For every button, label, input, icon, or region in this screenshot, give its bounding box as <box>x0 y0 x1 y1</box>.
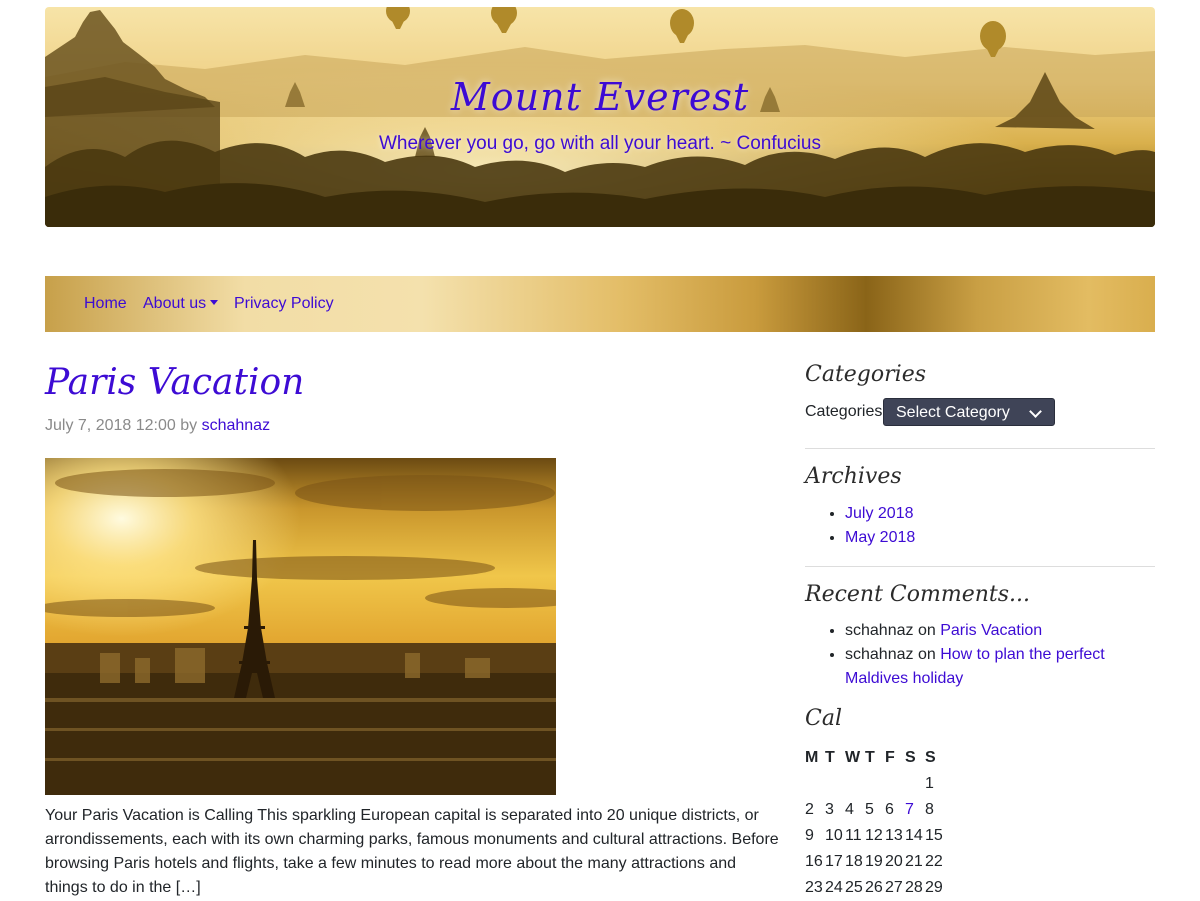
calendar-day: 2 <box>805 801 814 818</box>
categories-widget-title: Categories <box>805 362 926 387</box>
category-select[interactable]: Select Category <box>883 398 1055 426</box>
calendar-day <box>885 771 905 797</box>
calendar-week-row: 23 24 25 26 27 28 29 <box>805 875 945 901</box>
calendar-day: 15 <box>925 827 943 844</box>
calendar-day: 17 <box>825 853 843 870</box>
calendar-day: 18 <box>845 853 863 870</box>
calendar-day <box>805 771 825 797</box>
post-meta: July 7, 2018 12:00 by schahnaz <box>45 417 270 435</box>
site-title[interactable]: Mount Everest <box>45 75 1155 119</box>
post-title-link[interactable]: Paris Vacation <box>45 362 304 403</box>
archive-link-july-2018[interactable]: July 2018 <box>845 505 914 522</box>
recent-comments-list: schahnaz on Paris Vacation schahnaz on H… <box>805 619 1155 691</box>
widget-divider <box>805 566 1155 567</box>
widget-divider <box>805 448 1155 449</box>
calendar-day: 8 <box>925 801 934 818</box>
calendar-day: 19 <box>865 853 883 870</box>
comment-on-label: on <box>917 622 936 639</box>
site-tagline: Wherever you go, go with all your heart.… <box>379 133 821 154</box>
calendar-day: 13 <box>885 827 903 844</box>
recent-comments-widget-title: Recent Comments... <box>805 582 1031 607</box>
nav-about-us-label: About us <box>143 295 207 312</box>
calendar-day: 5 <box>865 801 874 818</box>
calendar-day[interactable]: 7 <box>905 797 925 823</box>
calendar-widget-title: Cal <box>805 706 842 731</box>
calendar-day <box>905 771 925 797</box>
calendar-weekday: S <box>925 749 936 766</box>
post-excerpt: Your Paris Vacation is Calling This spar… <box>45 807 779 896</box>
chevron-down-icon <box>1029 405 1042 418</box>
calendar-day: 20 <box>885 853 903 870</box>
calendar-weekday: S <box>905 749 916 766</box>
comment-author: schahnaz <box>845 622 914 639</box>
nav-home[interactable]: Home <box>84 295 127 313</box>
calendar-week-row: 2345678 <box>805 797 945 823</box>
post-by-label: by <box>180 417 198 434</box>
calendar-day: 4 <box>845 801 854 818</box>
comment-on-label: on <box>917 646 936 663</box>
list-item: May 2018 <box>845 526 1155 550</box>
calendar-day: 6 <box>885 801 894 818</box>
calendar-body: 1 2 3 4 5 6 7 8 9 10 11 12 13 14 15 16 17 18 19 20 21 22 23 24 2… <box>805 771 945 901</box>
calendar-day: 26 <box>865 879 883 896</box>
calendar-week-row: 16 17 18 19 20 21 22 <box>805 849 945 875</box>
post-title[interactable]: Paris Vacation <box>45 362 304 403</box>
header-banner: Mount Everest Wherever you go, go with a… <box>45 7 1155 227</box>
post-date: July 7, 2018 12:00 <box>45 417 176 434</box>
category-select-value: Select Category <box>896 404 1010 421</box>
calendar-header-row: M T W T F S S <box>805 745 945 771</box>
calendar-day: 22 <box>925 853 943 870</box>
list-item: schahnaz on How to plan the perfect Mald… <box>845 643 1155 691</box>
calendar-day: 28 <box>905 879 923 896</box>
categories-label: Categories <box>805 403 883 420</box>
calendar-weekday: F <box>885 749 895 766</box>
post-featured-image[interactable] <box>45 458 556 795</box>
calendar-week-row: 9 10 11 12 13 14 15 <box>805 823 945 849</box>
calendar-day: 10 <box>825 827 843 844</box>
calendar-day: 12 <box>865 827 883 844</box>
calendar-day: 3 <box>825 801 834 818</box>
list-item: July 2018 <box>845 502 1155 526</box>
archives-list: July 2018 May 2018 <box>805 502 1155 550</box>
list-item: schahnaz on Paris Vacation <box>845 619 1155 643</box>
calendar-week-row: 1 <box>805 771 945 797</box>
calendar-day <box>825 771 845 797</box>
comment-post-link[interactable]: Paris Vacation <box>940 622 1042 639</box>
calendar-day: 16 <box>805 853 823 870</box>
calendar-day: 29 <box>925 879 943 896</box>
calendar-day <box>845 771 865 797</box>
calendar-day: 14 <box>905 827 923 844</box>
calendar-day: 24 <box>825 879 843 896</box>
calendar-weekday: W <box>845 749 861 766</box>
calendar-day: 21 <box>905 853 923 870</box>
chevron-down-icon <box>210 300 219 305</box>
archive-link-may-2018[interactable]: May 2018 <box>845 529 915 546</box>
nav-privacy-policy[interactable]: Privacy Policy <box>234 295 334 313</box>
calendar-day: 23 <box>805 879 823 896</box>
calendar-weekday: T <box>865 749 875 766</box>
nav-about-us[interactable]: About us <box>143 295 219 313</box>
calendar-weekday: M <box>805 749 819 766</box>
calendar-day-link[interactable]: 7 <box>905 801 914 818</box>
calendar-table: M T W T F S S 1 2 3 4 5 6 7 8 9 10 11 12 13 14 15 16 17 1… <box>805 745 945 901</box>
comment-author: schahnaz <box>845 646 914 663</box>
main-navbar: Home About us Privacy Policy <box>45 276 1155 332</box>
calendar-day: 27 <box>885 879 903 896</box>
calendar-day: 25 <box>845 879 863 896</box>
calendar-day: 9 <box>805 827 814 844</box>
post-author-link[interactable]: schahnaz <box>202 417 271 434</box>
archives-widget-title: Archives <box>805 464 902 489</box>
calendar-weekday: T <box>825 749 835 766</box>
calendar-day: 11 <box>845 827 862 844</box>
calendar-day <box>865 771 885 797</box>
calendar-day: 1 <box>925 775 934 792</box>
